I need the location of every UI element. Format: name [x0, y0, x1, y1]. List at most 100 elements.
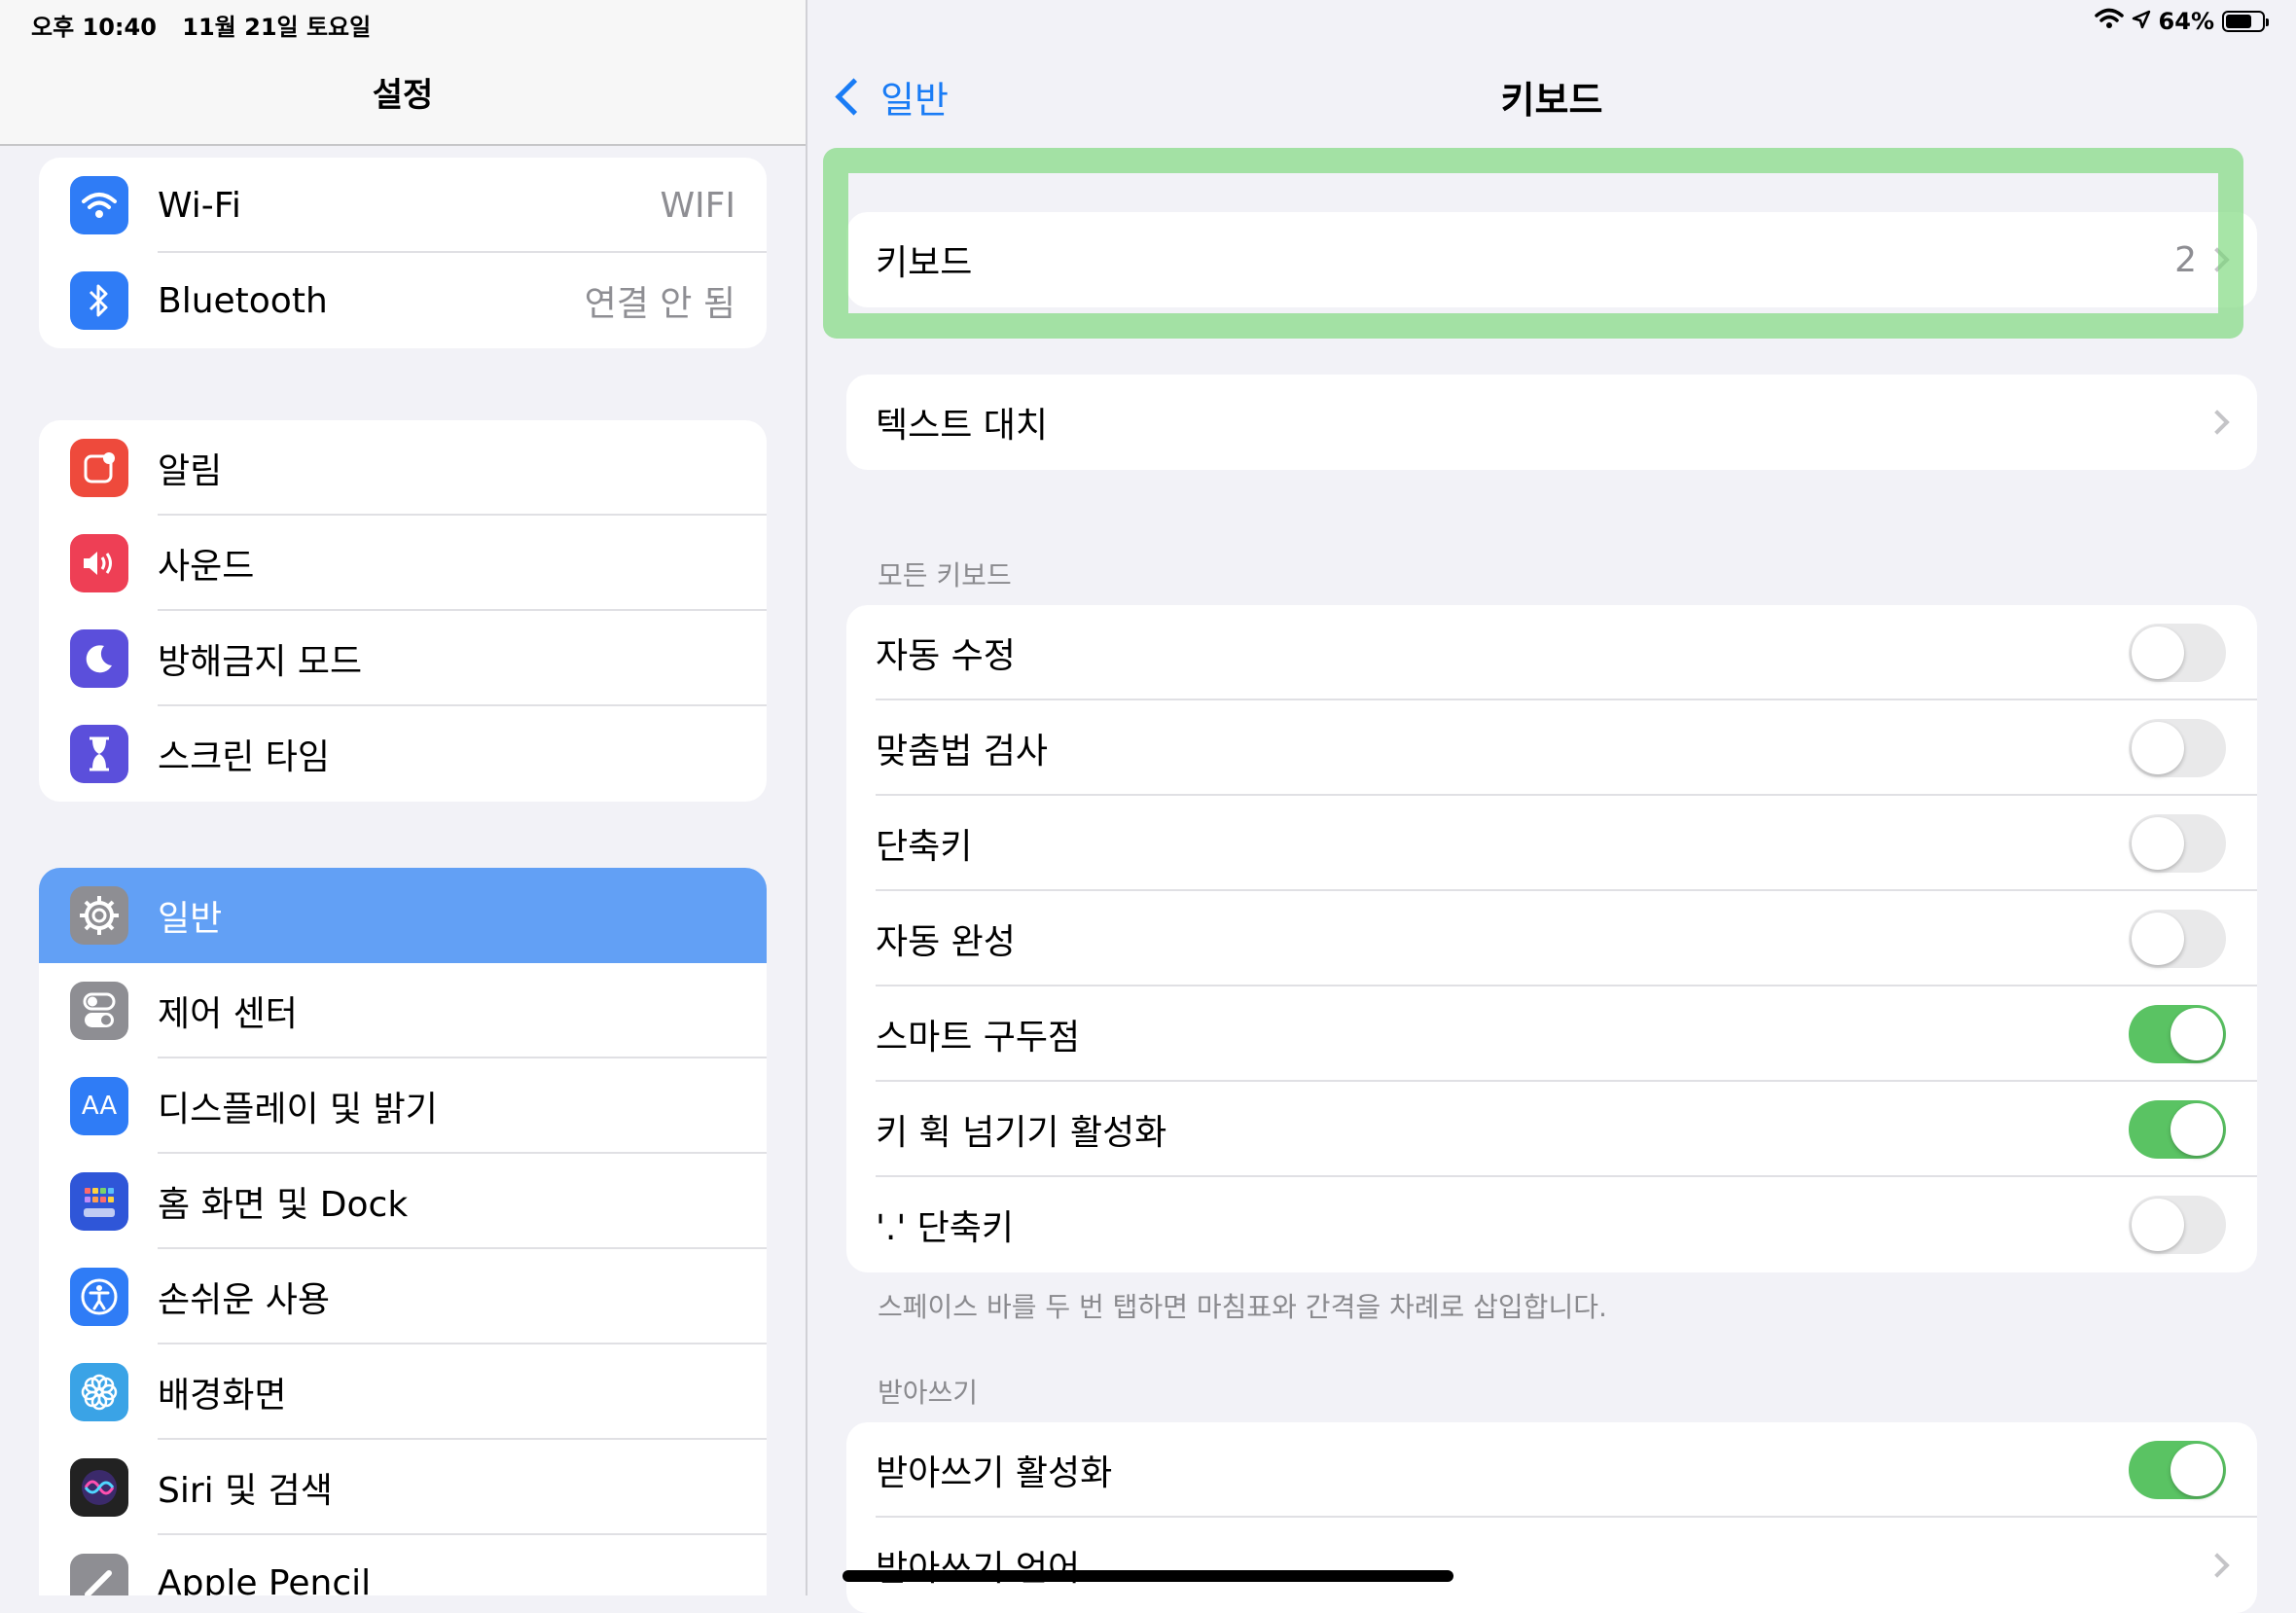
- chevron-right-icon: [2205, 247, 2230, 272]
- spell-check-toggle[interactable]: [2129, 719, 2226, 777]
- text-replacement-group: 텍스트 대치: [846, 375, 2257, 470]
- sidebar-item-wifi[interactable]: Wi-Fi WIFI: [39, 158, 767, 253]
- predictive-row: 자동 완성: [846, 891, 2257, 986]
- sidebar-item-sound[interactable]: 사운드: [39, 516, 767, 611]
- status-date: 11월 21일 토요일: [182, 14, 372, 41]
- chevron-right-icon: [2205, 1553, 2230, 1578]
- sidebar-item-siri[interactable]: Siri 및 검색: [39, 1440, 767, 1535]
- page-title: 키보드: [1500, 79, 1603, 122]
- sidebar-group-system: 일반 제어 센터 AA 디스플레이 및 밝기 홈 화면 및 Dock 손쉬운 사: [39, 868, 767, 1595]
- home-indicator[interactable]: [843, 1570, 1453, 1582]
- sidebar-item-value: WIFI: [660, 185, 735, 226]
- sidebar-title: 설정: [372, 76, 434, 115]
- sound-icon: [70, 534, 128, 592]
- auto-correction-row: 자동 수정: [846, 605, 2257, 700]
- sidebar-item-do-not-disturb[interactable]: 방해금지 모드: [39, 611, 767, 706]
- smart-punctuation-row: 스마트 구두점: [846, 986, 2257, 1082]
- sidebar-item-label: 손쉬운 사용: [158, 1280, 331, 1320]
- siri-icon: [70, 1458, 128, 1517]
- sidebar-item-label: Wi-Fi: [158, 185, 241, 226]
- enable-dictation-toggle[interactable]: [2129, 1441, 2226, 1499]
- status-bar-right: 64%: [2094, 8, 2269, 35]
- status-bar-left: 오후 10:40 11월 21일 토요일: [31, 8, 388, 42]
- sidebar-item-accessibility[interactable]: 손쉬운 사용: [39, 1249, 767, 1344]
- sidebar-item-label: 방해금지 모드: [158, 642, 363, 682]
- period-shortcut-toggle[interactable]: [2129, 1196, 2226, 1254]
- slide-to-type-row: 키 휙 넘기기 활성화: [846, 1082, 2257, 1177]
- text-replacement-row[interactable]: 텍스트 대치: [846, 375, 2257, 470]
- smart-punctuation-toggle[interactable]: [2129, 1005, 2226, 1063]
- sidebar-item-label: Apple Pencil: [158, 1562, 372, 1596]
- sidebar: 설정 Wi-Fi WIFI Bluetooth 연결 안 됨 알림 사운드 방해…: [0, 0, 807, 1595]
- slide-to-type-toggle[interactable]: [2129, 1100, 2226, 1159]
- section-header-all-keyboards: 모든 키보드: [878, 559, 1012, 591]
- sidebar-item-label: 사운드: [158, 547, 255, 587]
- setting-label: 스마트 구두점: [876, 1018, 1081, 1057]
- gear-icon: [70, 886, 128, 945]
- sidebar-item-wallpaper[interactable]: 배경화면: [39, 1344, 767, 1440]
- toggle-knob: [2132, 817, 2184, 870]
- home-screen-icon: [70, 1172, 128, 1231]
- detail-pane: 일반 키보드 키보드 2 텍스트 대치 모든 키보드 자동 수정 맞춤법 검사 …: [807, 0, 2296, 1613]
- sidebar-group-notifications: 알림 사운드 방해금지 모드 스크린 타임: [39, 420, 767, 802]
- all-keyboards-group: 자동 수정 맞춤법 검사 단축키 자동 완성 스마트 구두점 키 휙 넘기기 활…: [846, 605, 2257, 1272]
- toggle-knob: [2132, 722, 2184, 774]
- sidebar-item-apple-pencil[interactable]: Apple Pencil: [39, 1535, 767, 1595]
- toggle-knob: [2170, 1103, 2223, 1156]
- accessibility-icon: [70, 1268, 128, 1326]
- sidebar-item-label: Bluetooth: [158, 280, 328, 321]
- shortcuts-toggle[interactable]: [2129, 814, 2226, 873]
- setting-label: 맞춤법 검사: [876, 732, 1049, 771]
- period-shortcut-row: '.' 단축키: [846, 1177, 2257, 1272]
- setting-label: 자동 수정: [876, 636, 1016, 676]
- auto-correction-toggle[interactable]: [2129, 624, 2226, 682]
- sidebar-item-label: 일반: [158, 899, 223, 939]
- toggle-knob: [2132, 1199, 2184, 1251]
- sidebar-item-bluetooth[interactable]: Bluetooth 연결 안 됨: [39, 253, 767, 348]
- wifi-icon: [70, 176, 128, 234]
- setting-label: '.' 단축키: [876, 1208, 1015, 1248]
- sidebar-item-label: 홈 화면 및 Dock: [158, 1185, 409, 1225]
- status-time: 오후 10:40: [31, 14, 157, 41]
- sidebar-item-label: 알림: [158, 451, 223, 491]
- display-icon: AA: [70, 1077, 128, 1135]
- sidebar-item-label: 배경화면: [158, 1376, 287, 1416]
- sidebar-item-home-screen[interactable]: 홈 화면 및 Dock: [39, 1154, 767, 1249]
- location-icon: [2132, 8, 2151, 35]
- sidebar-item-label: 제어 센터: [158, 994, 298, 1034]
- setting-label: 받아쓰기 언어: [876, 1549, 1081, 1589]
- pencil-icon: [70, 1554, 128, 1595]
- hourglass-icon: [70, 725, 128, 783]
- spell-check-row: 맞춤법 검사: [846, 700, 2257, 796]
- sidebar-item-value: 연결 안 됨: [584, 284, 735, 324]
- dictation-language-row[interactable]: 받아쓰기 언어: [846, 1518, 2257, 1613]
- wallpaper-icon: [70, 1363, 128, 1421]
- toggle-knob: [2170, 1444, 2223, 1496]
- keyboards-row[interactable]: 키보드 2: [846, 212, 2257, 307]
- battery-icon: [2222, 11, 2269, 32]
- keyboards-count: 2: [2174, 239, 2197, 280]
- shortcuts-row: 단축키: [846, 796, 2257, 891]
- bluetooth-icon: [70, 271, 128, 330]
- chevron-right-icon: [2205, 410, 2230, 435]
- setting-label: 받아쓰기 활성화: [876, 1453, 1113, 1493]
- sidebar-item-control-center[interactable]: 제어 센터: [39, 963, 767, 1058]
- sidebar-item-general[interactable]: 일반: [39, 868, 767, 963]
- toggle-knob: [2170, 1008, 2223, 1060]
- setting-label: 단축키: [876, 827, 973, 867]
- section-header-dictation: 받아쓰기: [878, 1377, 979, 1409]
- sidebar-item-display[interactable]: AA 디스플레이 및 밝기: [39, 1058, 767, 1154]
- setting-label: 키 휙 넘기기 활성화: [876, 1113, 1167, 1153]
- sidebar-item-notifications[interactable]: 알림: [39, 420, 767, 516]
- battery-percent: 64%: [2158, 8, 2214, 35]
- enable-dictation-row: 받아쓰기 활성화: [846, 1422, 2257, 1518]
- predictive-toggle[interactable]: [2129, 910, 2226, 968]
- control-center-icon: [70, 982, 128, 1040]
- period-shortcut-footer: 스페이스 바를 두 번 탭하면 마침표와 간격을 차례로 삽입합니다.: [878, 1291, 1607, 1323]
- sidebar-item-label: 스크린 타임: [158, 737, 331, 777]
- wifi-status-icon: [2094, 8, 2124, 35]
- sidebar-item-label: 디스플레이 및 밝기: [158, 1090, 438, 1129]
- sidebar-group-connectivity: Wi-Fi WIFI Bluetooth 연결 안 됨: [39, 158, 767, 348]
- sidebar-item-screen-time[interactable]: 스크린 타임: [39, 706, 767, 802]
- text-replacement-label: 텍스트 대치: [876, 406, 1049, 446]
